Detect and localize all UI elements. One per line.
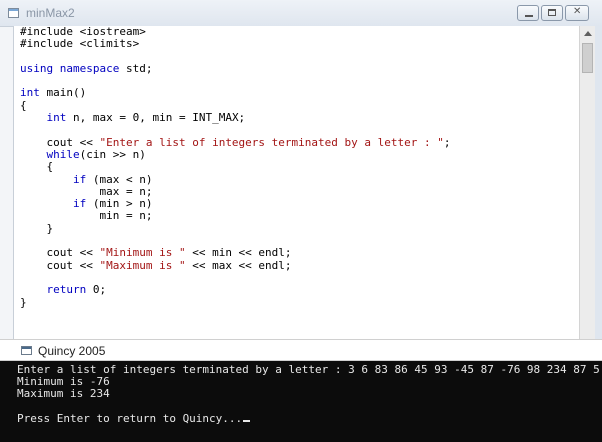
- code-keyword: int: [20, 86, 40, 100]
- console-window-title: Quincy 2005: [38, 344, 106, 358]
- code-text: {: [20, 98, 27, 112]
- source-code[interactable]: #include <iostream> #include <climits> usi…: [20, 26, 450, 309]
- console-line-text: Minimum is -76: [17, 375, 110, 389]
- window-app-icon: [8, 8, 19, 18]
- editor-window-title: minMax2: [26, 6, 75, 20]
- scroll-thumb[interactable]: [582, 43, 593, 73]
- code-editor[interactable]: #include <iostream> #include <climits> usi…: [13, 26, 580, 339]
- code-line: using namespace std;: [20, 61, 450, 75]
- code-string: "Enter a list of integers terminated by …: [99, 135, 444, 149]
- code-keyword: int: [46, 111, 67, 125]
- console-text: Enter a list of integers terminated by a…: [17, 363, 602, 425]
- code-keyword: namespace: [59, 61, 120, 75]
- code-text: 0;: [86, 283, 107, 297]
- code-text: std;: [119, 61, 153, 75]
- code-text: ;: [443, 135, 451, 149]
- minimize-button[interactable]: [517, 5, 539, 21]
- code-text: cout <<: [20, 135, 100, 149]
- code-line: int main(): [20, 87, 450, 99]
- code-keyword: using: [20, 61, 54, 75]
- code-text: }: [20, 295, 27, 309]
- code-line: cout << "Maximum is " << max << endl;: [20, 258, 450, 272]
- code-keyword: while: [46, 147, 80, 161]
- code-text: #include <climits>: [20, 37, 140, 51]
- maximize-button[interactable]: [541, 5, 563, 21]
- console-line-text: Press Enter to return to Quincy...: [17, 411, 243, 425]
- console-cursor: [243, 419, 251, 422]
- code-text: << max << endl;: [185, 258, 292, 272]
- code-string: "Minimum is ": [99, 246, 186, 260]
- code-text: main(): [39, 86, 87, 100]
- code-keyword: if: [72, 197, 87, 211]
- code-text: }: [20, 221, 54, 235]
- code-text: (min > n): [86, 197, 153, 211]
- console-app-icon: [21, 346, 32, 355]
- console-line-text: Maximum is 234: [17, 387, 110, 401]
- code-line: }: [20, 221, 450, 235]
- code-text: << min << endl;: [185, 246, 292, 260]
- code-text: min = n;: [20, 209, 153, 223]
- code-text: max = n;: [20, 184, 153, 198]
- code-text: n, max = 0, min = INT_MAX;: [66, 111, 246, 125]
- code-line: #include <climits>: [20, 38, 450, 50]
- editor-titlebar[interactable]: minMax2: [0, 0, 602, 27]
- code-line: min = n;: [20, 210, 450, 222]
- code-text: #include <iostream>: [20, 26, 146, 38]
- console-line: Maximum is 234: [17, 388, 602, 400]
- code-text: cout <<: [20, 246, 100, 260]
- code-text: {: [20, 160, 54, 174]
- code-text: (max < n): [86, 172, 153, 186]
- window-frame: [595, 26, 602, 339]
- code-string: "Maximum is ": [99, 258, 186, 272]
- code-line: return 0;: [20, 284, 450, 296]
- scroll-up-arrow-icon[interactable]: [580, 26, 596, 42]
- console-titlebar[interactable]: Quincy 2005: [0, 339, 602, 361]
- code-line: int n, max = 0, min = INT_MAX;: [20, 111, 450, 125]
- console-line: Press Enter to return to Quincy...: [17, 411, 602, 425]
- code-keyword: if: [72, 172, 87, 186]
- close-button[interactable]: [565, 5, 589, 21]
- code-line: }: [20, 295, 450, 309]
- console-line-text: Enter a list of integers terminated by a…: [17, 363, 602, 376]
- code-text: cout <<: [20, 258, 100, 272]
- editor-vertical-scrollbar[interactable]: [579, 26, 596, 339]
- console-output[interactable]: Enter a list of integers terminated by a…: [0, 361, 602, 442]
- code-keyword: return: [46, 283, 87, 297]
- code-line: while(cin >> n): [20, 147, 450, 161]
- code-text: (cin >> n): [79, 147, 146, 161]
